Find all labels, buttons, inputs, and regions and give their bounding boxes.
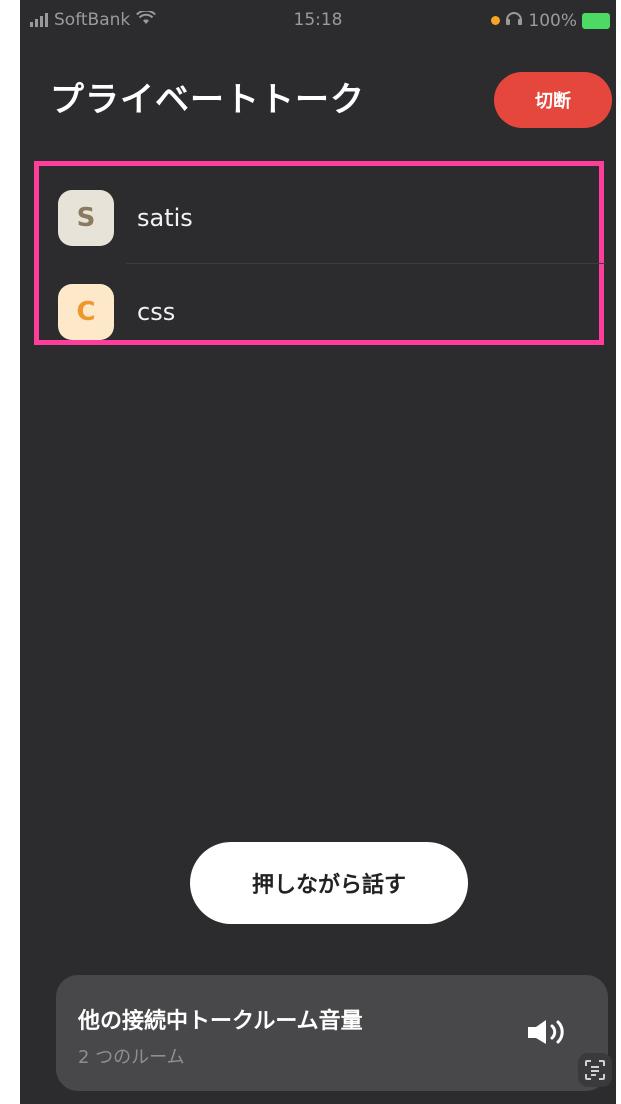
- member-name: satis: [137, 204, 193, 232]
- speaker-icon[interactable]: [526, 1017, 570, 1051]
- volume-card-title: 他の接続中トークルーム音量: [78, 1009, 363, 1034]
- other-rooms-volume-card[interactable]: 他の接続中トークルーム音量 2 つのルーム: [56, 975, 608, 1091]
- status-bar: SoftBank 15:18 100%: [20, 0, 616, 40]
- headphones-icon: [505, 10, 523, 31]
- avatar: C: [58, 284, 114, 340]
- member-name: css: [137, 298, 176, 326]
- status-right: 100%: [491, 10, 610, 31]
- member-row-css[interactable]: C css: [58, 281, 606, 343]
- disconnect-button[interactable]: 切断: [494, 72, 612, 128]
- page-title: プライベートトーク: [50, 80, 365, 120]
- scan-icon[interactable]: [578, 1053, 612, 1087]
- location-dot-icon: [491, 16, 501, 25]
- member-row-satis[interactable]: S satis: [58, 187, 606, 249]
- volume-card-subtitle: 2 つのルーム: [78, 1047, 185, 1068]
- push-to-talk-button[interactable]: 押しながら話す: [190, 842, 468, 924]
- screen: SoftBank 15:18 100% プライベートトーク 切断 S satis…: [20, 0, 616, 1104]
- row-separator: [126, 263, 606, 264]
- battery-icon: [582, 12, 610, 29]
- battery-label: 100%: [528, 10, 577, 31]
- avatar: S: [58, 190, 114, 246]
